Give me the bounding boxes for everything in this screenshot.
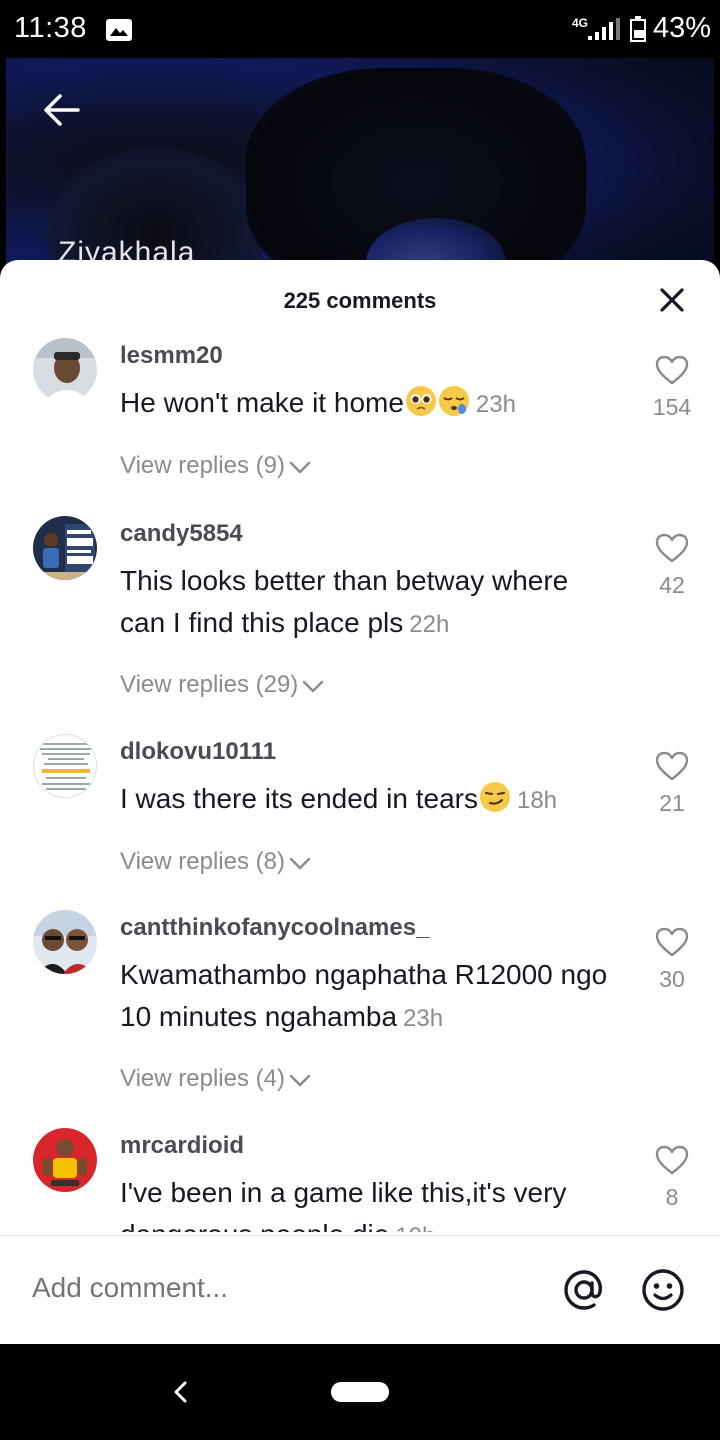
view-replies-button[interactable]: View replies (29) bbox=[120, 671, 324, 699]
comment-username[interactable]: dlokovu10111 bbox=[120, 738, 276, 766]
status-bar: 11:38 4G 43% bbox=[0, 0, 720, 58]
heart-icon[interactable] bbox=[654, 926, 690, 958]
comment-timestamp: 23h bbox=[403, 1005, 444, 1032]
pleading-face-emoji bbox=[405, 386, 436, 416]
heart-icon[interactable] bbox=[654, 1144, 690, 1176]
comment-text: Kwamathambo ngaphatha R12000 ngo 10 minu… bbox=[120, 959, 608, 1032]
heart-icon[interactable] bbox=[654, 532, 690, 564]
back-arrow-icon[interactable] bbox=[40, 88, 84, 132]
view-replies-button[interactable]: View replies (9) bbox=[120, 452, 311, 480]
comment-username[interactable]: lesmm20 bbox=[120, 342, 223, 370]
avatar[interactable] bbox=[33, 1128, 97, 1192]
heart-icon[interactable] bbox=[654, 354, 690, 386]
comment-timestamp: 19h bbox=[395, 1223, 435, 1232]
comment-item: mrcardioid I've been in a game like this… bbox=[0, 1120, 720, 1232]
like-count: 21 bbox=[659, 790, 685, 816]
view-replies-button[interactable]: View replies (4) bbox=[120, 1065, 311, 1093]
like-count: 154 bbox=[652, 394, 692, 420]
chevron-down-icon bbox=[289, 1074, 311, 1086]
battery-percent: 43% bbox=[653, 12, 712, 44]
comment-text: I've been in a game like this,it's very … bbox=[120, 1172, 620, 1232]
avatar[interactable] bbox=[33, 338, 97, 402]
chevron-down-icon bbox=[289, 857, 311, 869]
comment-list[interactable]: lesmm20 He won't make it home 23h 154 Vie… bbox=[0, 332, 720, 1232]
comments-sheet: 225 comments lesmm20 He won't make it ho… bbox=[0, 260, 720, 1344]
view-replies-button[interactable]: View replies (8) bbox=[120, 848, 311, 876]
comment-username[interactable]: mrcardioid bbox=[120, 1132, 244, 1160]
avatar[interactable] bbox=[33, 516, 97, 580]
heart-icon[interactable] bbox=[654, 750, 690, 782]
avatar[interactable] bbox=[33, 734, 97, 798]
chevron-down-icon bbox=[289, 461, 311, 473]
comment-text: He won't make it home 23h bbox=[120, 386, 516, 418]
comment-username[interactable]: cantthinkofanycoolnames_ bbox=[120, 914, 429, 942]
chevron-down-icon bbox=[303, 680, 324, 692]
like-count: 8 bbox=[665, 1184, 679, 1210]
comment-text: This looks better than betway where can … bbox=[120, 565, 569, 638]
gallery-notification-icon bbox=[106, 19, 132, 41]
mention-icon[interactable] bbox=[561, 1267, 607, 1313]
comment-text: I was there its ended in tears 18h bbox=[120, 782, 558, 814]
like-count: 42 bbox=[659, 572, 685, 598]
comment-timestamp: 23h bbox=[475, 391, 516, 418]
comment-item: cantthinkofanycoolnames_ Kwamathambo nga… bbox=[0, 902, 720, 1120]
system-nav-bar bbox=[0, 1344, 720, 1440]
comment-item: dlokovu10111 I was there its ended in te… bbox=[0, 726, 720, 902]
like-count: 30 bbox=[659, 966, 685, 992]
close-icon[interactable] bbox=[658, 286, 686, 314]
sheet-header: 225 comments bbox=[0, 260, 720, 332]
battery-icon bbox=[630, 16, 646, 42]
nav-back-icon[interactable] bbox=[170, 1378, 190, 1406]
comment-item: lesmm20 He won't make it home 23h 154 Vie… bbox=[0, 332, 720, 508]
emoji-picker-icon[interactable] bbox=[640, 1267, 686, 1313]
signal-icon bbox=[588, 18, 620, 40]
comment-item: candy5854 This looks better than betway … bbox=[0, 508, 720, 726]
avatar[interactable] bbox=[33, 910, 97, 974]
comment-input-bar bbox=[0, 1235, 720, 1344]
smirking-face-emoji bbox=[479, 782, 510, 812]
comment-username[interactable]: candy5854 bbox=[120, 520, 243, 548]
nav-home-pill[interactable] bbox=[331, 1382, 389, 1402]
status-time: 11:38 bbox=[14, 12, 87, 44]
comment-timestamp: 18h bbox=[516, 787, 558, 814]
comment-count-title: 225 comments bbox=[283, 288, 437, 313]
network-type: 4G bbox=[572, 16, 589, 30]
add-comment-input[interactable] bbox=[32, 1272, 532, 1304]
comment-timestamp: 22h bbox=[409, 611, 450, 638]
sleepy-face-emoji bbox=[438, 386, 469, 416]
